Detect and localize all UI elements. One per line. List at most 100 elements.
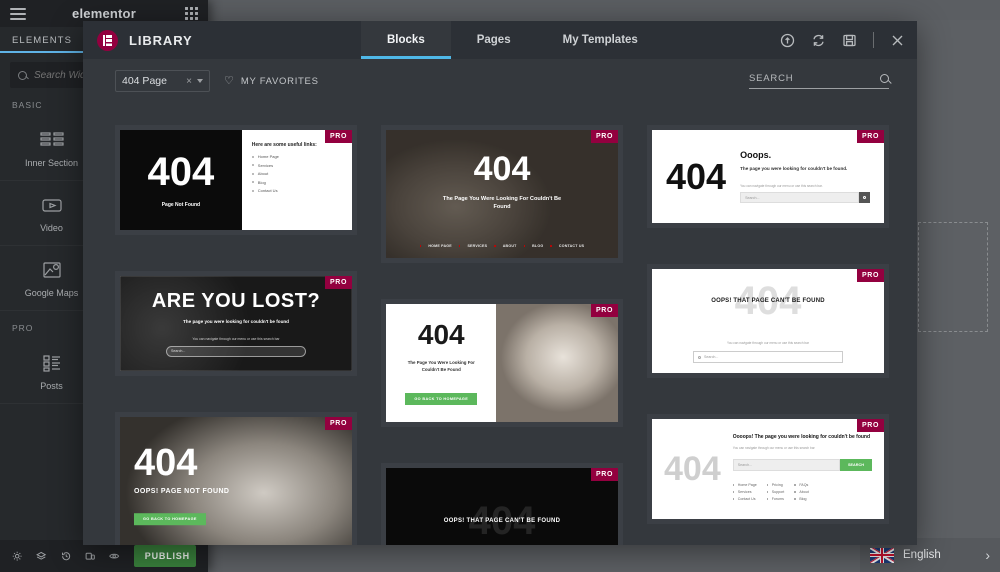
responsive-icon[interactable]	[85, 549, 95, 563]
search-icon	[859, 192, 870, 204]
template-thumbnail: PRO 404 OOPS! PAGE NOT FOUND GO BACK TO …	[120, 417, 352, 545]
template-hint: You can navigate through our menu or use…	[732, 446, 815, 451]
publish-label: PUBLISH	[144, 551, 190, 561]
template-hint: You can navigate through our menu or use…	[727, 341, 809, 345]
history-icon[interactable]	[61, 549, 71, 563]
category-select[interactable]: 404 Page ×	[115, 70, 210, 92]
search-placeholder-text: Search...	[737, 463, 753, 468]
template-subline: Page Not Found	[161, 202, 201, 208]
template-headline: 404	[147, 150, 215, 194]
template-title: Oooops! The page you were looking for co…	[732, 433, 871, 440]
template-card[interactable]: PRO 404 The Page You Were Looking For Co…	[381, 125, 623, 263]
template-thumbnail: PRO 404 The Page You Were Looking For Co…	[386, 130, 618, 258]
template-cta-button: GO BACK TO HOMEPAGE	[134, 513, 206, 526]
sync-icon[interactable]	[811, 33, 826, 48]
filter-bar: 404 Page × ♡ MY FAVORITES	[83, 59, 917, 103]
link-column: Home Page Services Contact Us	[732, 483, 757, 504]
list-item: FAQs	[794, 483, 808, 487]
library-search-input[interactable]	[749, 73, 880, 84]
modal-title: LIBRARY	[129, 32, 193, 48]
preview-icon[interactable]	[109, 549, 120, 563]
template-subline: The page you were looking for couldn't b…	[183, 318, 289, 324]
menu-icon[interactable]	[10, 7, 26, 20]
template-subline: OOPS! PAGE NOT FOUND	[134, 488, 230, 496]
pro-badge: PRO	[857, 130, 884, 143]
list-item: Support	[766, 490, 784, 494]
close-icon[interactable]	[890, 33, 905, 48]
template-overlay-text: OOPS! THAT PAGE CAN'T BE FOUND	[711, 298, 825, 304]
publish-button[interactable]: PUBLISH	[133, 545, 197, 567]
template-thumbnail: PRO 404 Page Not Found Here are some use…	[120, 130, 352, 230]
map-icon	[39, 259, 65, 281]
canvas-dropzone[interactable]	[918, 222, 988, 332]
template-card[interactable]: PRO 404 The Page You Were Looking For Co…	[381, 299, 623, 427]
pro-badge: PRO	[857, 419, 884, 432]
elementor-brand-label: elementor	[72, 6, 136, 21]
template-thumbnail: PRO 404 Ooops. The page you were looking…	[652, 130, 884, 223]
tab-elements[interactable]: ELEMENTS	[0, 35, 85, 53]
video-icon	[39, 194, 65, 216]
widget-label: Inner Section	[24, 157, 79, 168]
my-favorites-button[interactable]: ♡ MY FAVORITES	[224, 75, 319, 87]
list-item: Blog	[794, 497, 808, 501]
template-grid[interactable]: PRO 404 Page Not Found Here are some use…	[83, 125, 917, 545]
template-hint: You can navigate through our menu or use…	[192, 336, 280, 341]
tab-my-templates[interactable]: My Templates	[537, 21, 664, 59]
template-headline: 404	[666, 155, 727, 197]
settings-icon[interactable]	[12, 549, 22, 563]
template-card[interactable]: PRO 404 OOPS! THAT PAGE CAN'T BE FOUND Y…	[647, 264, 889, 378]
app-root: elementor ELEMENTS BASIC Inner Section	[0, 0, 1000, 572]
search-placeholder-text: Search...	[745, 195, 760, 200]
nav-item: SERVICES	[467, 244, 488, 248]
template-card[interactable]: PRO 404 OOPS! THAT PAGE CAN'T BE FOUND H…	[381, 463, 623, 545]
tab-blocks[interactable]: Blocks	[361, 21, 451, 59]
template-headline: 404	[417, 318, 465, 350]
nav-item: CONTACT US	[558, 244, 585, 248]
save-icon[interactable]	[842, 33, 857, 48]
chevron-down-icon[interactable]	[197, 79, 203, 83]
template-card[interactable]: PRO 404 Page Not Found Here are some use…	[115, 125, 357, 235]
template-headline: ARE YOU LOST?	[151, 289, 321, 312]
nav-item: ABOUT	[502, 244, 517, 248]
modal-header: LIBRARY Blocks Pages My Templates	[83, 21, 917, 59]
template-cta-button: GO BACK TO HOMEPAGE	[405, 393, 478, 406]
list-item: Pricing	[766, 483, 785, 487]
category-select-value: 404 Page	[122, 75, 167, 87]
template-link-columns: Home Page Services Contact Us Pricing Su…	[732, 483, 872, 504]
template-search-box: Search...	[732, 459, 840, 472]
link-column: FAQs About Blog	[794, 483, 809, 504]
list-item: Services	[251, 163, 342, 168]
navigator-icon[interactable]	[36, 549, 47, 563]
language-label: English	[903, 549, 941, 561]
template-subline: The page you were looking for couldn't b…	[740, 165, 848, 171]
modal-actions	[780, 21, 905, 59]
tab-pages[interactable]: Pages	[451, 21, 537, 59]
template-overlay-text: OOPS! THAT PAGE CAN'T BE FOUND	[443, 517, 561, 524]
elementor-logo-icon	[97, 29, 118, 51]
clear-filter-icon[interactable]: ×	[186, 76, 197, 87]
template-search-box: Search...	[166, 345, 306, 357]
template-card[interactable]: PRO 404 Oooops! The page you were lookin…	[647, 414, 889, 524]
info-icon[interactable]	[780, 33, 795, 48]
list-item: Contact Us	[251, 188, 342, 193]
my-favorites-label: MY FAVORITES	[240, 75, 319, 87]
pro-badge: PRO	[857, 269, 884, 282]
pro-badge: PRO	[325, 276, 352, 289]
template-card[interactable]: PRO ARE YOU LOST? The page you were look…	[115, 271, 357, 376]
template-card[interactable]: PRO 404 OOPS! PAGE NOT FOUND GO BACK TO …	[115, 412, 357, 545]
apps-grid-icon[interactable]	[185, 7, 198, 20]
library-search[interactable]	[749, 73, 889, 89]
template-thumbnail: PRO 404 The Page You Were Looking For Co…	[386, 304, 618, 422]
template-search-box: Search...	[693, 351, 843, 363]
template-thumbnail: PRO 404 OOPS! THAT PAGE CAN'T BE FOUND Y…	[652, 269, 884, 373]
search-icon[interactable]	[880, 74, 889, 83]
template-ghost-number: 404	[664, 450, 721, 488]
template-card[interactable]: PRO 404 Ooops. The page you were looking…	[647, 125, 889, 228]
list-item: Home Page	[732, 483, 757, 487]
template-search-button: SEARCH	[839, 459, 872, 472]
list-item: Contact Us	[732, 497, 757, 501]
pro-badge: PRO	[591, 304, 618, 317]
template-subline: The Page You Were Looking For Couldn't B…	[407, 359, 475, 372]
chevron-right-icon[interactable]: ›	[985, 548, 990, 562]
template-thumbnail: PRO ARE YOU LOST? The page you were look…	[120, 276, 352, 371]
